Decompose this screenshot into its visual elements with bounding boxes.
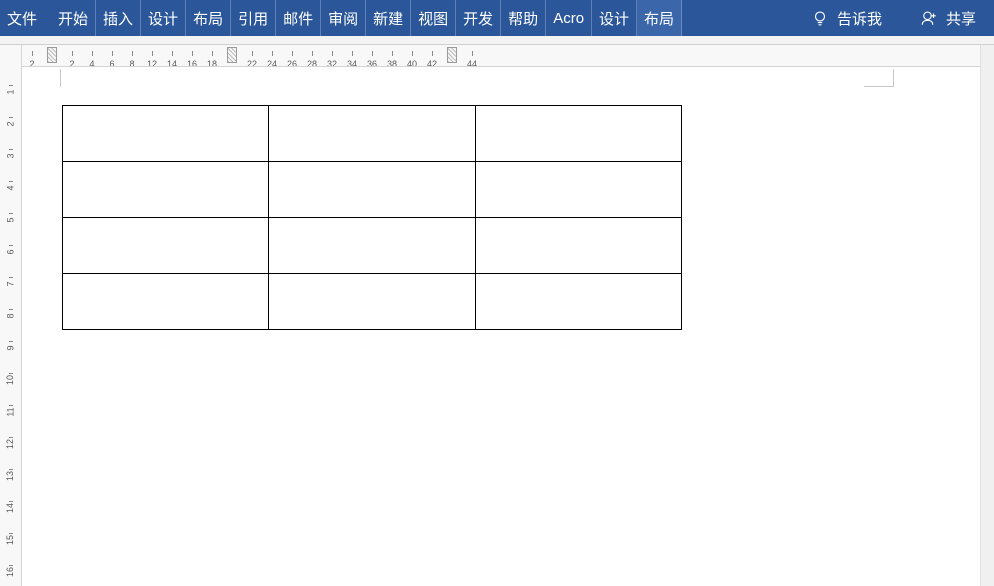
vertical-scrollbar[interactable]: [980, 45, 994, 586]
vertical-ruler[interactable]: 12345678910111213141516: [0, 45, 22, 586]
vruler-mark: 6: [0, 245, 21, 257]
ribbon-tab-1[interactable]: 开始: [51, 0, 96, 36]
hruler-mark: 2: [24, 49, 40, 67]
ribbon-spacer: [682, 0, 801, 36]
document-area: 22468121416182224262832343638404244: [22, 45, 994, 586]
ribbon-tab-12[interactable]: Acro: [546, 0, 592, 36]
table-row: [63, 162, 682, 218]
hruler-mark: 40: [404, 49, 420, 67]
ribbon-strip: [0, 36, 994, 45]
hruler-mark: 32: [324, 49, 340, 67]
horizontal-ruler[interactable]: 22468121416182224262832343638404244: [22, 45, 994, 67]
hruler-mark: 24: [264, 49, 280, 67]
ribbon-tab-2[interactable]: 插入: [96, 0, 141, 36]
table-cell[interactable]: [63, 274, 269, 330]
vruler-mark: 12: [0, 437, 21, 449]
vruler-mark: 13: [0, 469, 21, 481]
ruler-indent-marker[interactable]: [447, 47, 457, 63]
ribbon: 文件开始插入设计布局引用邮件审阅新建视图开发帮助Acro设计布局 告诉我 共享: [0, 0, 994, 36]
ribbon-tab-4[interactable]: 布局: [186, 0, 231, 36]
ribbon-tab-9[interactable]: 视图: [411, 0, 456, 36]
hruler-mark: 8: [124, 49, 140, 67]
vruler-mark: 4: [0, 181, 21, 193]
table-cell[interactable]: [63, 218, 269, 274]
share-button[interactable]: 共享: [902, 0, 994, 36]
ribbon-tab-0[interactable]: 文件: [0, 0, 51, 36]
tell-me-label: 告诉我: [837, 8, 882, 29]
hruler-mark: 38: [384, 49, 400, 67]
page[interactable]: [24, 67, 992, 586]
table-cell[interactable]: [269, 106, 475, 162]
ribbon-tab-8[interactable]: 新建: [366, 0, 411, 36]
vruler-mark: 9: [0, 341, 21, 353]
hruler-mark: 22: [244, 49, 260, 67]
vruler-mark: 16: [0, 565, 21, 577]
table-cell[interactable]: [475, 162, 681, 218]
hruler-mark: 18: [204, 49, 220, 67]
vruler-mark: 2: [0, 117, 21, 129]
table-cell[interactable]: [475, 274, 681, 330]
ribbon-tabs: 文件开始插入设计布局引用邮件审阅新建视图开发帮助Acro设计布局: [0, 0, 682, 36]
margin-guide-right: [864, 69, 894, 87]
vruler-mark: 3: [0, 149, 21, 161]
vruler-mark: 15: [0, 533, 21, 545]
table-cell[interactable]: [475, 218, 681, 274]
hruler-mark: 6: [104, 49, 120, 67]
vruler-mark: 8: [0, 309, 21, 321]
workspace: 12345678910111213141516 2246812141618222…: [0, 45, 994, 586]
margin-guide-left: [60, 69, 61, 87]
table-cell[interactable]: [269, 274, 475, 330]
table-cell[interactable]: [475, 106, 681, 162]
lightbulb-icon: [811, 9, 829, 27]
ruler-indent-marker[interactable]: [227, 47, 237, 63]
tell-me-control[interactable]: 告诉我: [801, 0, 902, 36]
document-table[interactable]: [62, 105, 682, 330]
hruler-mark: 44: [464, 49, 480, 67]
ribbon-tab-13[interactable]: 设计: [592, 0, 637, 36]
table-cell[interactable]: [63, 162, 269, 218]
hruler-mark: 2: [64, 49, 80, 67]
vruler-mark: 14: [0, 501, 21, 513]
ribbon-tab-6[interactable]: 邮件: [276, 0, 321, 36]
ribbon-tab-14[interactable]: 布局: [637, 0, 682, 36]
hruler-mark: 42: [424, 49, 440, 67]
ribbon-tab-3[interactable]: 设计: [141, 0, 186, 36]
share-icon: [920, 9, 938, 27]
hruler-mark: 12: [144, 49, 160, 67]
vruler-mark: 7: [0, 277, 21, 289]
ribbon-tab-10[interactable]: 开发: [456, 0, 501, 36]
hruler-mark: 36: [364, 49, 380, 67]
hruler-mark: 14: [164, 49, 180, 67]
ribbon-tab-7[interactable]: 审阅: [321, 0, 366, 36]
ruler-indent-marker[interactable]: [47, 47, 57, 63]
hruler-mark: 28: [304, 49, 320, 67]
ribbon-tab-5[interactable]: 引用: [231, 0, 276, 36]
hruler-mark: 16: [184, 49, 200, 67]
vruler-mark: 11: [0, 405, 21, 417]
ribbon-tab-11[interactable]: 帮助: [501, 0, 546, 36]
table-cell[interactable]: [269, 218, 475, 274]
table-cell[interactable]: [269, 162, 475, 218]
vruler-mark: 5: [0, 213, 21, 225]
hruler-mark: 34: [344, 49, 360, 67]
table-cell[interactable]: [63, 106, 269, 162]
table-row: [63, 106, 682, 162]
vruler-mark: 10: [0, 373, 21, 385]
table-row: [63, 218, 682, 274]
hruler-mark: 26: [284, 49, 300, 67]
share-label: 共享: [946, 8, 976, 29]
hruler-mark: 4: [84, 49, 100, 67]
vruler-mark: 1: [0, 85, 21, 97]
table-row: [63, 274, 682, 330]
